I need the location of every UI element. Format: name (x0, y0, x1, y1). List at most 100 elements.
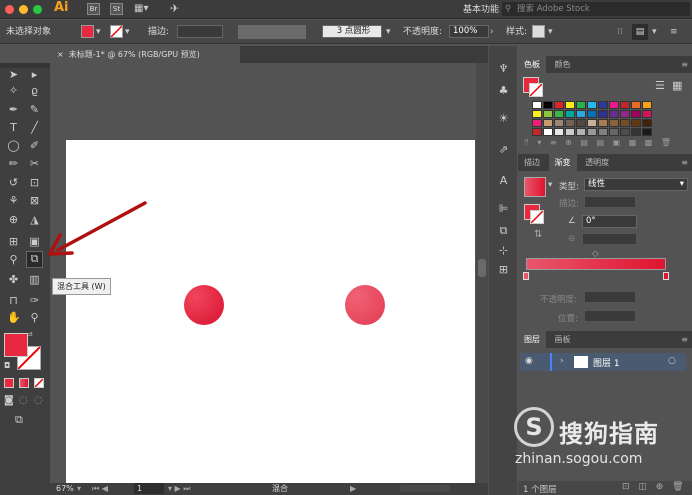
swatch-cell[interactable] (598, 128, 608, 136)
swatch-cell[interactable] (631, 110, 641, 118)
tab-layers[interactable]: 图层 (518, 331, 546, 348)
swatch-cell[interactable] (532, 128, 542, 136)
gradient-stop-start[interactable] (523, 272, 529, 280)
swatch-cell[interactable] (609, 128, 619, 136)
scissors-tool-icon[interactable]: ✂ (28, 157, 41, 170)
swatch-cell[interactable] (642, 110, 652, 118)
gradient-type-select[interactable]: 线性 ▾ (584, 178, 688, 191)
gradient-stroke-options[interactable] (584, 196, 636, 208)
swatch-cell[interactable] (565, 119, 575, 127)
graphic-style-swatch[interactable] (532, 25, 545, 38)
mesh-tool-icon[interactable]: ⊞ (7, 235, 20, 248)
opacity-field[interactable]: 100% (449, 25, 489, 38)
minimize-window-button[interactable] (19, 5, 28, 14)
scale-tool-icon[interactable]: ⊡ (28, 176, 41, 189)
swatch-cell[interactable] (543, 110, 553, 118)
expand-layer-icon[interactable]: › (560, 356, 564, 366)
curvature-tool-icon[interactable]: ✎ (28, 103, 41, 116)
swatch-cell[interactable] (598, 101, 608, 109)
swatch-cell[interactable] (620, 101, 630, 109)
horizontal-scroll-thumb[interactable] (400, 485, 450, 492)
tab-transparency[interactable]: 透明度 (579, 154, 615, 171)
swatch-cell[interactable] (576, 119, 586, 127)
fill-color-box[interactable] (4, 333, 28, 357)
tab-color[interactable]: 颜色 (549, 56, 577, 73)
zoom-window-button[interactable] (33, 5, 42, 14)
swatch-cell[interactable] (587, 119, 597, 127)
variable-width-profile[interactable] (238, 25, 306, 39)
pathfinder-icon[interactable]: ⧉ (497, 224, 510, 237)
draw-behind-icon[interactable]: ◌ (19, 395, 28, 406)
swatch-cell[interactable] (609, 119, 619, 127)
swatch-cell[interactable] (587, 128, 597, 136)
warp-tool-icon[interactable]: ⚘ (7, 194, 20, 207)
artboard-tool-icon[interactable]: ⊓ (7, 294, 20, 307)
red-circle-left[interactable] (184, 285, 224, 325)
aspect-ratio-field[interactable] (582, 233, 637, 245)
swatch-cell[interactable] (631, 128, 641, 136)
stroke-weight-field[interactable] (177, 25, 223, 38)
swatch-cell[interactable] (576, 101, 586, 109)
tab-gradient[interactable]: 渐变 (548, 154, 577, 171)
brush-definition-field[interactable]: 3 点圆形 (322, 25, 382, 38)
opacity-dropdown-icon[interactable]: › (490, 24, 494, 40)
document-tab[interactable]: × 未标题-1* @ 67% (RGB/GPU 预览) (50, 46, 240, 63)
artboard-number-field[interactable]: 1 (134, 483, 164, 494)
shaper-tool-icon[interactable]: ✏ (7, 157, 20, 170)
direct-selection-tool-icon[interactable]: ▸ (28, 68, 41, 81)
swatch-cell[interactable] (554, 128, 564, 136)
swatch-cell[interactable] (620, 128, 630, 136)
none-mode-button[interactable] (34, 378, 44, 388)
close-window-button[interactable] (5, 5, 14, 14)
swatch-cell[interactable] (642, 101, 652, 109)
artboard-next-icon[interactable]: ▾ ▶ ⏭ (168, 483, 190, 495)
style-dropdown-icon[interactable]: ▾ (548, 24, 553, 40)
draw-normal-icon[interactable]: ◙ (4, 395, 14, 406)
gradient-stop-end[interactable] (663, 272, 669, 280)
list-view-icon[interactable]: ☰ (655, 79, 665, 92)
stock-icon[interactable]: St (110, 3, 123, 15)
transform-icon[interactable]: ▤ (632, 24, 648, 40)
swatch-cell[interactable] (620, 119, 630, 127)
arrange-documents-icon[interactable]: ▦▾ (134, 3, 148, 14)
tab-swatches[interactable]: 色板 (518, 56, 546, 73)
zoom-level[interactable]: 67% (56, 483, 74, 495)
swatches-menu-icon[interactable]: ≡ (681, 56, 688, 73)
align-panel-icon[interactable]: ⊫ (497, 202, 510, 215)
color-mode-button[interactable] (4, 378, 14, 388)
panel-menu-icon[interactable]: ▾ (652, 24, 657, 40)
swatch-cell[interactable] (631, 119, 641, 127)
workspace-switcher[interactable]: 基本功能 ▾ (463, 2, 506, 15)
angle-field[interactable]: 0° (582, 215, 637, 228)
brush-dropdown-icon[interactable]: ▾ (386, 24, 391, 40)
swatch-cell[interactable] (543, 101, 553, 109)
layer-name[interactable]: 图层 1 (593, 356, 620, 369)
thumbnail-view-icon[interactable]: ▦ (672, 79, 682, 92)
gradient-menu-icon[interactable]: ≡ (681, 154, 688, 171)
swatch-cell[interactable] (598, 119, 608, 127)
transform-panel-icon[interactable]: ⊹ (497, 244, 510, 257)
gradient-preview-dropdown-icon[interactable]: ▾ (548, 180, 552, 190)
gradient-slider[interactable] (526, 258, 666, 270)
swatch-cell[interactable] (532, 101, 542, 109)
selection-tool-icon[interactable]: ➤ (7, 68, 20, 81)
ellipse-tool-icon[interactable]: ◯ (7, 139, 20, 152)
swatch-cell[interactable] (587, 101, 597, 109)
stock-search-input[interactable]: ⚲ 搜索 Adobe Stock (502, 2, 690, 16)
vertical-scrollbar[interactable] (476, 63, 488, 483)
close-tab-icon[interactable]: × (57, 50, 64, 59)
layers-menu-icon[interactable]: ≡ (681, 331, 688, 348)
brushes-icon[interactable]: ♆ (497, 62, 510, 75)
paintbrush-tool-icon[interactable]: ✐ (28, 139, 41, 152)
artboard[interactable] (66, 140, 475, 483)
gradient-preview[interactable] (524, 177, 546, 197)
swatch-cell[interactable] (565, 128, 575, 136)
swatch-cell[interactable] (565, 101, 575, 109)
swatch-cell[interactable] (554, 101, 564, 109)
stop-opacity-field[interactable] (584, 291, 636, 303)
reverse-gradient-icon[interactable]: ⇅ (534, 229, 542, 240)
stop-location-field[interactable] (584, 310, 636, 322)
draw-inside-icon[interactable]: ◌ (34, 395, 43, 406)
appearance-icon[interactable]: ☀ (497, 112, 510, 125)
fill-swatch[interactable] (81, 25, 94, 38)
